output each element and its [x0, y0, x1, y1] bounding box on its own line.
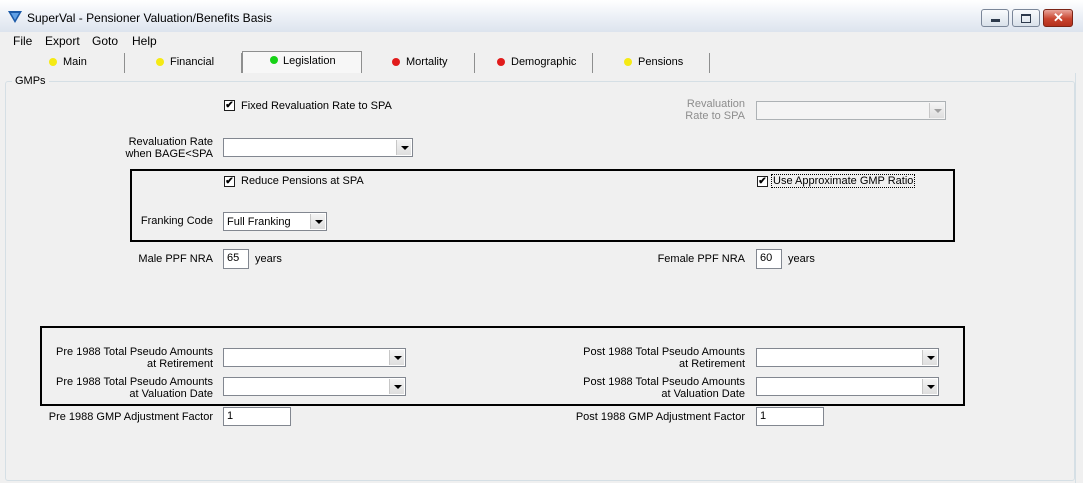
- label-line: Post 1988 Total Pseudo Amounts: [583, 376, 745, 388]
- post88-retirement-label: Post 1988 Total Pseudo Amounts at Retire…: [565, 346, 745, 370]
- fixed-revaluation-checkbox[interactable]: ✔: [224, 100, 235, 111]
- revaluation-rate-bage-dropdown[interactable]: [223, 138, 413, 157]
- check-icon: ✔: [225, 100, 234, 111]
- check-icon: ✔: [758, 176, 767, 187]
- female-ppf-nra-input[interactable]: 60: [756, 249, 782, 269]
- chevron-down-icon: [929, 103, 944, 118]
- label-line: Revaluation: [686, 98, 745, 110]
- label-line: Post 1988 Total Pseudo Amounts: [583, 346, 745, 358]
- post88-adjustment-label: Post 1988 GMP Adjustment Factor: [575, 411, 745, 423]
- tab-demographic[interactable]: Demographic: [475, 53, 593, 73]
- pre88-retirement-dropdown[interactable]: [223, 348, 406, 367]
- window-title: SuperVal - Pensioner Valuation/Benefits …: [27, 11, 273, 25]
- male-ppf-nra-input[interactable]: 65: [223, 249, 249, 269]
- status-dot-icon: [270, 56, 278, 64]
- menu-file[interactable]: File: [13, 34, 32, 48]
- label-line: at Valuation Date: [661, 388, 745, 400]
- franking-code-label: Franking Code: [140, 215, 213, 227]
- menu-goto[interactable]: Goto: [92, 34, 118, 48]
- app-logo-icon: [8, 11, 22, 23]
- status-dot-icon: [49, 58, 57, 66]
- minimize-button[interactable]: [981, 9, 1009, 27]
- female-ppf-nra-unit: years: [788, 253, 815, 265]
- label-line: Revaluation Rate: [128, 136, 213, 148]
- chevron-down-icon: [389, 350, 404, 365]
- maximize-button[interactable]: [1012, 9, 1040, 27]
- label-line: at Retirement: [678, 358, 745, 370]
- revaluation-rate-to-spa-dropdown[interactable]: [756, 101, 946, 120]
- dropdown-value: Full Franking: [227, 216, 291, 228]
- reduce-pensions-checkbox[interactable]: ✔: [224, 176, 235, 187]
- menu-help[interactable]: Help: [132, 34, 157, 48]
- franking-code-dropdown[interactable]: Full Franking: [223, 212, 327, 231]
- tab-mortality[interactable]: Mortality: [362, 53, 475, 73]
- group-title: GMPs: [12, 75, 49, 87]
- status-dot-icon: [156, 58, 164, 66]
- chevron-down-icon: [922, 350, 937, 365]
- post88-retirement-dropdown[interactable]: [756, 348, 939, 367]
- tab-pensions[interactable]: Pensions: [593, 53, 710, 73]
- revaluation-rate-bage-label: Revaluation Rate when BAGE<SPA: [100, 136, 213, 160]
- chevron-down-icon: [396, 140, 411, 155]
- female-ppf-nra-label: Female PPF NRA: [657, 253, 745, 265]
- maximize-icon: [1021, 14, 1031, 23]
- right-edge: [1075, 73, 1083, 483]
- menu-export[interactable]: Export: [45, 34, 80, 48]
- tab-financial[interactable]: Financial: [125, 53, 242, 73]
- post88-valuation-dropdown[interactable]: [756, 377, 939, 396]
- label-line: Pre 1988 Total Pseudo Amounts: [56, 376, 213, 388]
- tab-label: Pensions: [638, 56, 684, 68]
- chevron-down-icon: [389, 379, 404, 394]
- tab-label: Mortality: [406, 56, 448, 68]
- menu-bar: [0, 32, 1083, 50]
- tab-legislation[interactable]: Legislation: [242, 51, 362, 73]
- tab-main[interactable]: Main: [10, 53, 125, 73]
- label-line: at Retirement: [146, 358, 213, 370]
- label-line: at Valuation Date: [129, 388, 213, 400]
- status-dot-icon: [624, 58, 632, 66]
- pre88-adjustment-input[interactable]: 1: [223, 407, 291, 426]
- pre88-valuation-dropdown[interactable]: [223, 377, 406, 396]
- approx-gmp-label: Use Approximate GMP Ratio: [771, 174, 916, 188]
- male-ppf-nra-unit: years: [255, 253, 282, 265]
- close-button[interactable]: ✕: [1043, 9, 1073, 27]
- tab-label: Legislation: [283, 55, 336, 67]
- post88-valuation-label: Post 1988 Total Pseudo Amounts at Valuat…: [565, 376, 745, 400]
- label-line: Rate to SPA: [685, 110, 745, 122]
- status-dot-icon: [392, 58, 400, 66]
- close-icon: ✕: [1053, 10, 1064, 25]
- tab-label: Main: [63, 56, 87, 68]
- label-line: when BAGE<SPA: [125, 148, 213, 160]
- tab-label: Financial: [170, 56, 215, 68]
- pre88-adjustment-label: Pre 1988 GMP Adjustment Factor: [48, 411, 213, 423]
- check-icon: ✔: [225, 176, 234, 187]
- chevron-down-icon: [922, 379, 937, 394]
- label-line: Pre 1988 Total Pseudo Amounts: [56, 346, 213, 358]
- approx-gmp-checkbox[interactable]: ✔: [757, 176, 768, 187]
- fixed-revaluation-label: Fixed Revaluation Rate to SPA: [241, 100, 392, 112]
- pre88-valuation-label: Pre 1988 Total Pseudo Amounts at Valuati…: [45, 376, 213, 400]
- tab-label: Demographic: [511, 56, 577, 68]
- post88-adjustment-input[interactable]: 1: [756, 407, 824, 426]
- status-dot-icon: [497, 58, 505, 66]
- reduce-pensions-label: Reduce Pensions at SPA: [241, 175, 364, 187]
- minimize-icon: [991, 19, 1000, 22]
- revaluation-rate-to-spa-label: Revaluation Rate to SPA: [640, 98, 745, 122]
- male-ppf-nra-label: Male PPF NRA: [138, 253, 213, 265]
- chevron-down-icon: [310, 214, 325, 229]
- pre88-retirement-label: Pre 1988 Total Pseudo Amounts at Retirem…: [45, 346, 213, 370]
